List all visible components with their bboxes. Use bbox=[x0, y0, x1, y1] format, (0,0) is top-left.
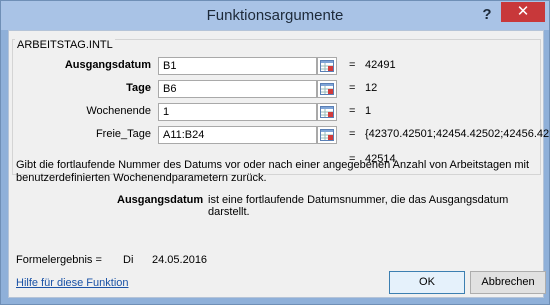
arg-help-name: Ausgangsdatum bbox=[117, 194, 204, 206]
equals-sign: = bbox=[349, 105, 356, 117]
arg-result-freie-tage: {42370.42501;42454.42502;42456.42... bbox=[365, 128, 550, 140]
freie-tage-range-picker-button[interactable] bbox=[317, 126, 337, 144]
collapse-dialog-icon bbox=[320, 106, 334, 118]
title-bar[interactable]: Funktionsargumente ? ✕ bbox=[1, 1, 549, 30]
formula-result-label: Formelergebnis = bbox=[16, 254, 102, 266]
collapse-dialog-icon bbox=[320, 83, 334, 95]
ok-button[interactable]: OK bbox=[389, 271, 465, 294]
function-name: ARBEITSTAG.INTL bbox=[15, 39, 115, 51]
cancel-button[interactable]: Abbrechen bbox=[470, 271, 546, 294]
freie-tage-input[interactable] bbox=[158, 126, 317, 144]
function-arguments-dialog: Funktionsargumente ? ✕ ARBEITSTAG.INTL A… bbox=[0, 0, 550, 305]
formula-result-day: Di bbox=[123, 254, 134, 266]
equals-sign: = bbox=[349, 82, 356, 94]
close-button[interactable]: ✕ bbox=[501, 2, 545, 22]
arg-result-tage: 12 bbox=[365, 82, 378, 94]
equals-sign: = bbox=[349, 59, 356, 71]
formula-result-date: 24.05.2016 bbox=[152, 254, 208, 266]
arg-result-ausgangsdatum: 42491 bbox=[365, 59, 396, 71]
help-link[interactable]: Hilfe für diese Funktion bbox=[16, 277, 129, 289]
collapse-dialog-icon bbox=[320, 60, 334, 72]
ausgangsdatum-input[interactable] bbox=[158, 57, 317, 75]
arg-label-tage: Tage bbox=[126, 82, 151, 94]
arg-help-text: ist eine fortlaufende Datumsnummer, die … bbox=[208, 194, 509, 218]
help-question-icon[interactable]: ? bbox=[478, 6, 496, 24]
function-description: Gibt die fortlaufende Nummer des Datums … bbox=[16, 159, 530, 184]
arg-result-wochenende: 1 bbox=[365, 105, 372, 117]
arguments-group: ARBEITSTAG.INTL Ausgangsdatum = 42491 Ta… bbox=[12, 39, 550, 175]
arg-label-ausgangsdatum: Ausgangsdatum bbox=[64, 59, 151, 71]
ausgangsdatum-range-picker-button[interactable] bbox=[317, 57, 337, 75]
dialog-content: ARBEITSTAG.INTL Ausgangsdatum = 42491 Ta… bbox=[8, 30, 550, 298]
collapse-dialog-icon bbox=[320, 129, 334, 141]
arg-label-wochenende: Wochenende bbox=[86, 105, 151, 117]
arg-label-freie-tage: Freie_Tage bbox=[95, 128, 151, 140]
wochenende-range-picker-button[interactable] bbox=[317, 103, 337, 121]
equals-sign: = bbox=[349, 128, 356, 140]
wochenende-input[interactable] bbox=[158, 103, 317, 121]
tage-range-picker-button[interactable] bbox=[317, 80, 337, 98]
dialog-title: Funktionsargumente bbox=[206, 7, 344, 24]
tage-input[interactable] bbox=[158, 80, 317, 98]
